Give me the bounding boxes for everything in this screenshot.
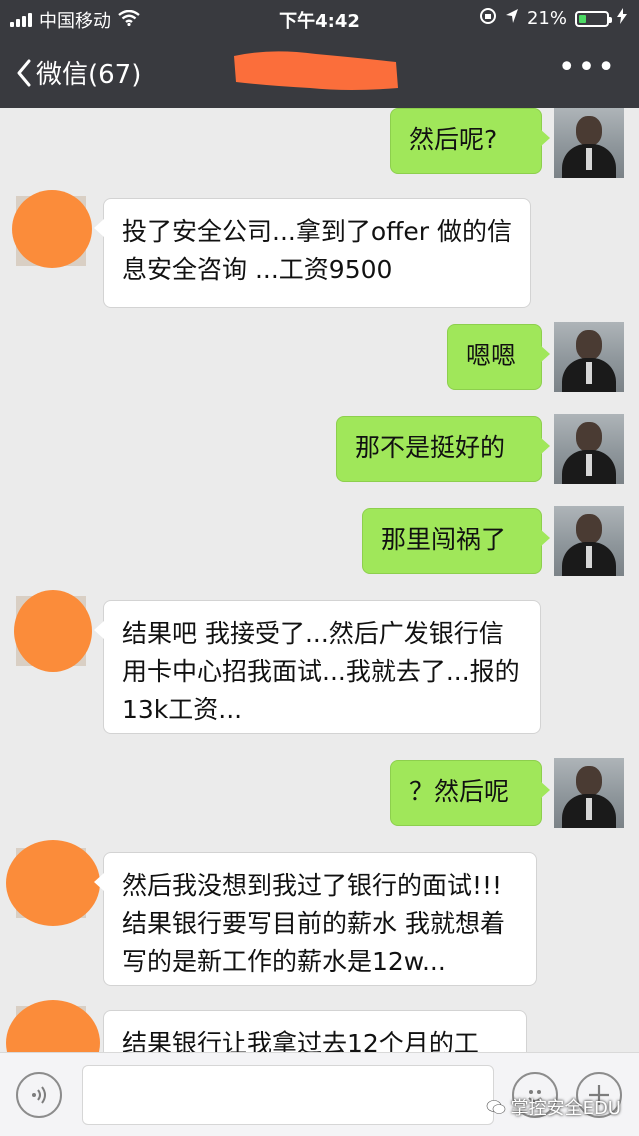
message-bubble[interactable]: ？然后呢 <box>390 760 550 826</box>
message-text: 那不是挺好的 <box>355 433 506 462</box>
avatar[interactable] <box>6 1000 100 1052</box>
message-text: 那里闯祸了 <box>381 525 507 554</box>
message-bubble[interactable]: 然后我没想到我过了银行的面试!!!结果银行要写目前的薪水 我就想着写的是新工作的… <box>94 852 537 986</box>
battery-percent: 21% <box>526 8 567 29</box>
message-bubble[interactable]: 那不是挺好的 <box>336 416 550 482</box>
avatar[interactable] <box>554 108 624 178</box>
voice-icon <box>32 1086 46 1104</box>
message-text: 结果银行让我拿过去12个月的工 <box>122 1029 479 1052</box>
avatar[interactable] <box>14 590 92 672</box>
message-input[interactable] <box>82 1065 494 1125</box>
avatar[interactable] <box>554 506 624 576</box>
message-text: 投了安全公司...拿到了offer 做的信息安全咨询 ...工资9500 <box>122 217 512 284</box>
avatar[interactable] <box>554 758 624 828</box>
message-bubble[interactable]: 然后呢? <box>390 108 550 174</box>
back-button[interactable]: 微信(67) <box>16 54 141 91</box>
avatar[interactable] <box>554 414 624 484</box>
message-text: 结果吧 我接受了...然后广发银行信用卡中心招我面试...我就去了...报的13… <box>122 619 520 724</box>
orientation-lock-icon <box>479 7 497 30</box>
message-text: ？然后呢 <box>409 777 510 806</box>
chat-header: 微信(67) ••• <box>0 36 639 108</box>
message-list: 然后呢? 投了安全公司...拿到了offer 做的信息安全咨询 ...工资950… <box>0 108 639 1052</box>
battery-icon <box>575 10 612 27</box>
location-icon <box>505 8 519 29</box>
charging-icon <box>617 8 627 29</box>
chevron-left-icon <box>17 59 31 86</box>
watermark-text: 掌控安全EDU <box>510 1098 621 1119</box>
message-bubble[interactable]: 结果银行让我拿过去12个月的工 <box>103 1010 527 1052</box>
message-bubble[interactable]: 那里闯祸了 <box>362 508 550 574</box>
message-text: 嗯嗯 <box>466 341 517 370</box>
input-bar: 掌控安全EDU <box>0 1052 639 1136</box>
more-options-button[interactable]: ••• <box>558 53 617 83</box>
message-text: 然后我没想到我过了银行的面试!!!结果银行要写目前的薪水 我就想着写的是新工作的… <box>122 871 505 976</box>
status-bar: 中国移动 下午4:42 21% <box>0 0 639 36</box>
avatar[interactable] <box>6 840 100 926</box>
wechat-official-account-icon <box>486 1100 505 1114</box>
back-label: 微信(67) <box>36 60 142 90</box>
message-bubble[interactable]: 投了安全公司...拿到了offer 做的信息安全咨询 ...工资9500 <box>94 198 531 308</box>
watermark: 掌控安全EDU <box>486 1094 621 1120</box>
message-text: 然后呢? <box>409 125 498 154</box>
avatar[interactable] <box>554 322 624 392</box>
title-redaction <box>234 51 398 90</box>
avatar[interactable] <box>12 190 92 268</box>
message-bubble[interactable]: 嗯嗯 <box>447 324 550 390</box>
voice-button[interactable] <box>16 1072 62 1118</box>
message-bubble[interactable]: 结果吧 我接受了...然后广发银行信用卡中心招我面试...我就去了...报的13… <box>94 600 541 734</box>
